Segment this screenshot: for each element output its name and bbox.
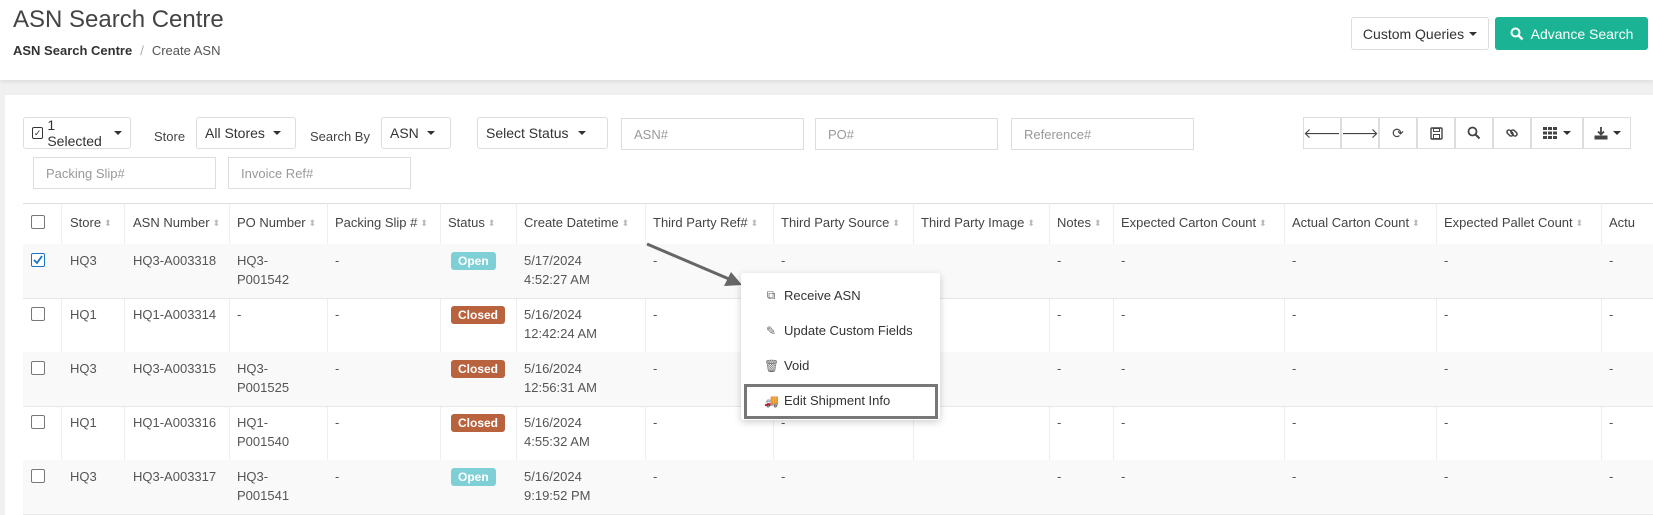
menu-item-void[interactable]: 🗑 Void — [764, 358, 809, 373]
pencil-icon: ✎ — [765, 323, 777, 338]
highlight-box — [744, 384, 938, 419]
external-link-icon: ⧉ — [766, 288, 776, 302]
trash-icon: 🗑 — [764, 358, 780, 373]
menu-item-update-custom-fields[interactable]: ✎ Update Custom Fields — [764, 323, 913, 338]
menu-item-receive-asn[interactable]: ⧉ Receive ASN — [764, 288, 861, 303]
annotation-arrow — [646, 242, 742, 286]
